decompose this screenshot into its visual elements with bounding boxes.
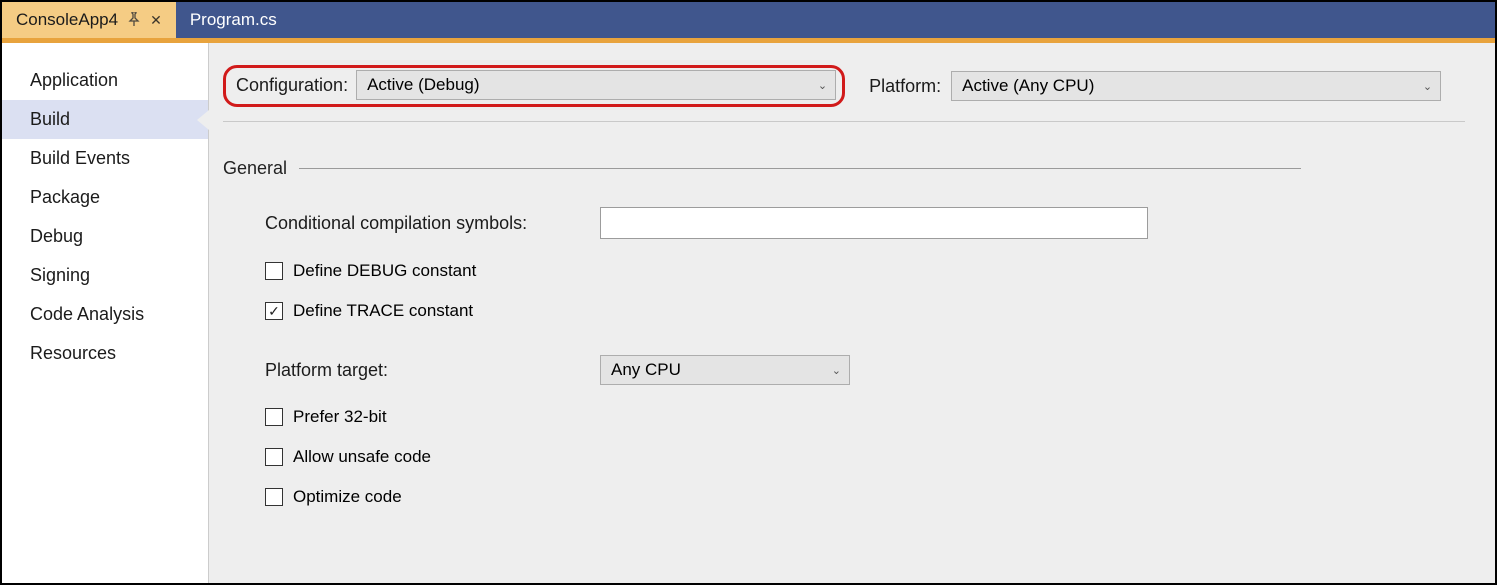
properties-sidebar: Application Build Build Events Package D… (2, 43, 209, 583)
tab-label: ConsoleApp4 (16, 10, 118, 30)
allow-unsafe-checkbox-row[interactable]: Allow unsafe code (265, 447, 1465, 467)
platform-value: Active (Any CPU) (962, 76, 1094, 96)
define-trace-checkbox-row[interactable]: Define TRACE constant (265, 301, 1465, 321)
sidebar-item-application[interactable]: Application (2, 61, 208, 100)
configuration-label: Configuration: (236, 75, 348, 96)
build-settings-panel: Configuration: Active (Debug) ⌄ Platform… (209, 43, 1495, 583)
checkbox-icon (265, 302, 283, 320)
prefer-32bit-label: Prefer 32-bit (293, 407, 387, 427)
chevron-down-icon: ⌄ (832, 364, 841, 377)
define-trace-label: Define TRACE constant (293, 301, 473, 321)
sidebar-item-build-events[interactable]: Build Events (2, 139, 208, 178)
checkbox-icon (265, 448, 283, 466)
configuration-highlight: Configuration: Active (Debug) ⌄ (223, 65, 845, 107)
sidebar-item-package[interactable]: Package (2, 178, 208, 217)
section-divider (299, 168, 1301, 169)
optimize-label: Optimize code (293, 487, 402, 507)
section-title-general: General (223, 158, 287, 179)
platform-dropdown[interactable]: Active (Any CPU) ⌄ (951, 71, 1441, 101)
define-debug-label: Define DEBUG constant (293, 261, 476, 281)
checkbox-icon (265, 488, 283, 506)
checkbox-icon (265, 262, 283, 280)
tab-program-cs[interactable]: Program.cs (176, 2, 291, 38)
conditional-symbols-label: Conditional compilation symbols: (265, 213, 600, 234)
sidebar-item-resources[interactable]: Resources (2, 334, 208, 373)
tab-bar: ConsoleApp4 ✕ Program.cs (2, 2, 1495, 38)
tab-label: Program.cs (190, 10, 277, 30)
optimize-code-checkbox-row[interactable]: Optimize code (265, 487, 1465, 507)
checkbox-icon (265, 408, 283, 426)
general-section: General Conditional compilation symbols:… (223, 158, 1465, 507)
configuration-value: Active (Debug) (367, 75, 479, 95)
prefer-32bit-checkbox-row[interactable]: Prefer 32-bit (265, 407, 1465, 427)
platform-target-dropdown[interactable]: Any CPU ⌄ (600, 355, 850, 385)
conditional-symbols-input[interactable] (600, 207, 1148, 239)
configuration-dropdown[interactable]: Active (Debug) ⌄ (356, 70, 836, 100)
chevron-down-icon: ⌄ (818, 79, 827, 92)
sidebar-item-debug[interactable]: Debug (2, 217, 208, 256)
close-icon[interactable]: ✕ (150, 12, 162, 29)
sidebar-item-code-analysis[interactable]: Code Analysis (2, 295, 208, 334)
sidebar-item-signing[interactable]: Signing (2, 256, 208, 295)
allow-unsafe-label: Allow unsafe code (293, 447, 431, 467)
sidebar-item-build[interactable]: Build (2, 100, 208, 139)
platform-target-label: Platform target: (265, 360, 600, 381)
define-debug-checkbox-row[interactable]: Define DEBUG constant (265, 261, 1465, 281)
platform-target-value: Any CPU (611, 360, 681, 380)
pin-icon[interactable] (128, 12, 140, 29)
tab-consoleapp4[interactable]: ConsoleApp4 ✕ (2, 2, 176, 38)
platform-label: Platform: (869, 76, 941, 97)
config-platform-row: Configuration: Active (Debug) ⌄ Platform… (223, 65, 1465, 122)
chevron-down-icon: ⌄ (1423, 80, 1432, 93)
